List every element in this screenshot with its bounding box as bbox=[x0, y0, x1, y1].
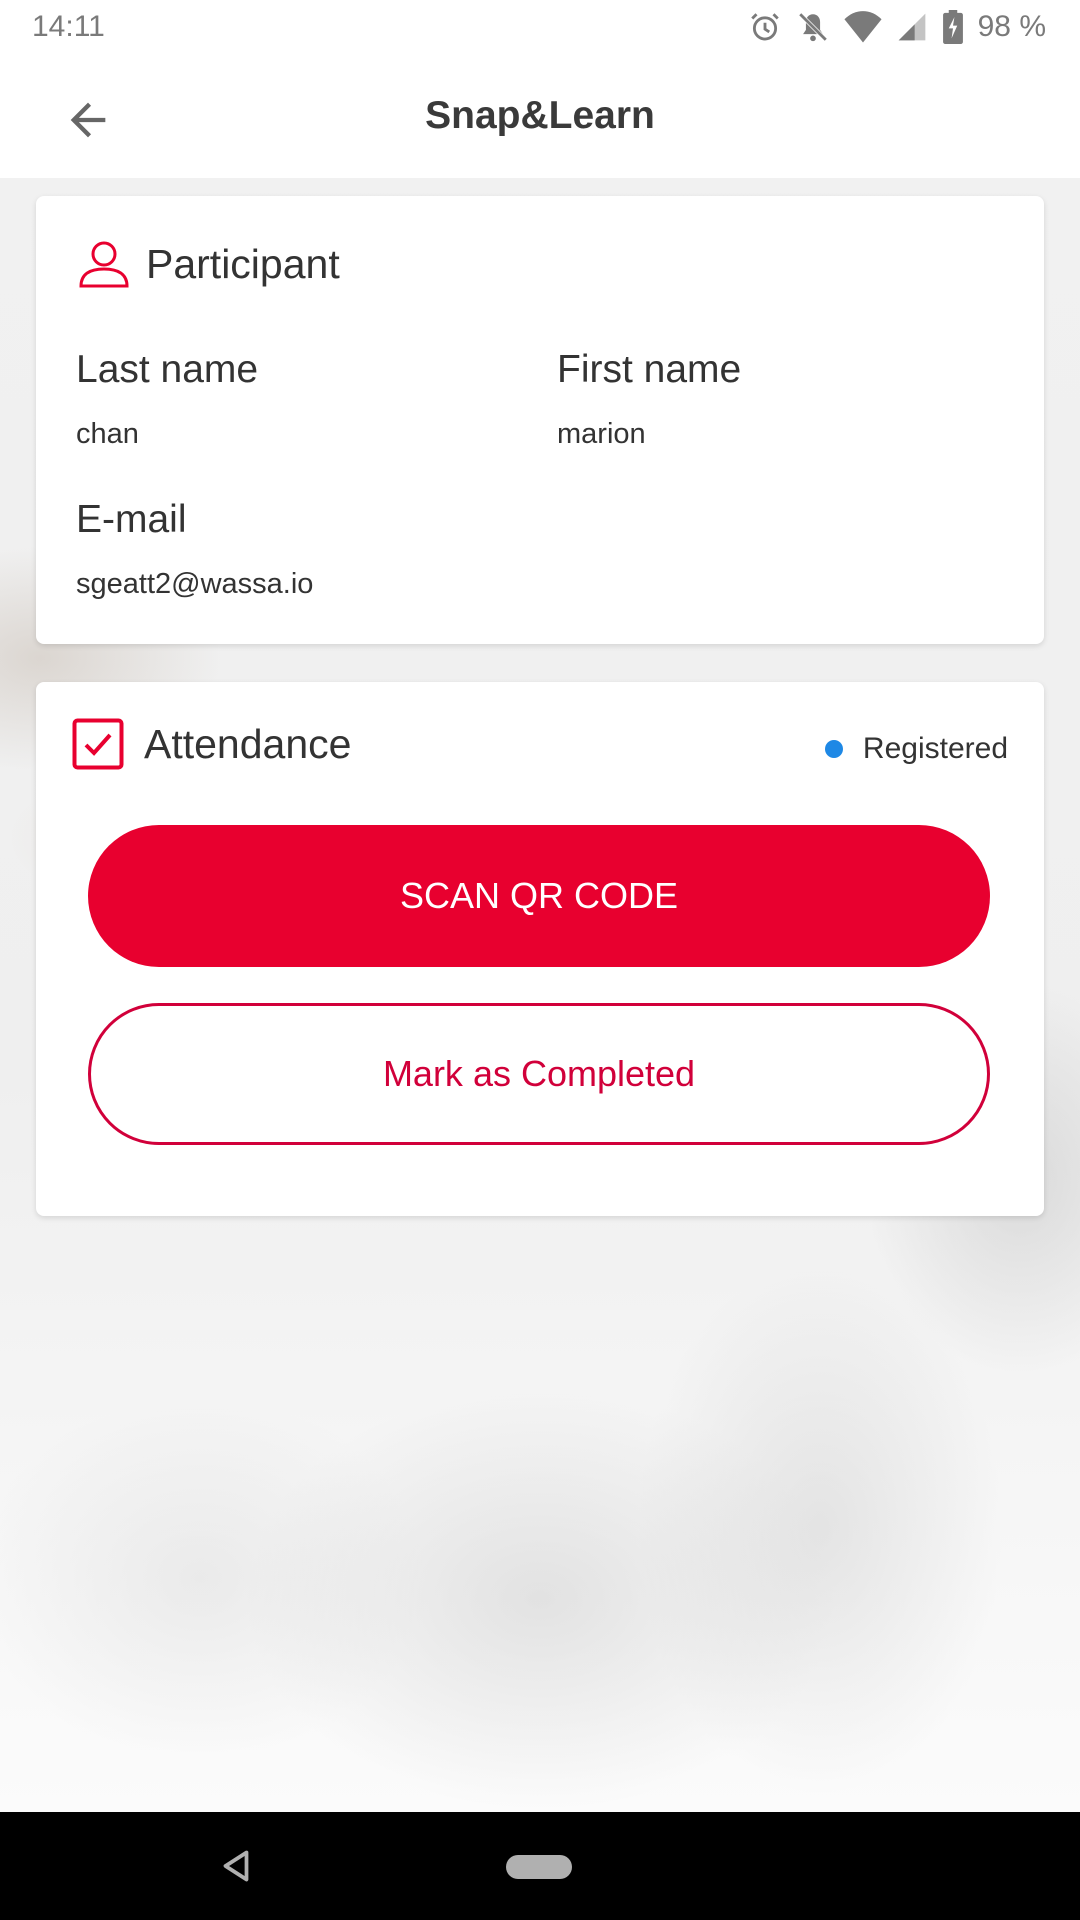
person-icon bbox=[79, 241, 129, 288]
status-badge: Registered bbox=[824, 732, 1008, 766]
cell-signal-icon bbox=[898, 13, 925, 41]
navigation-bar bbox=[0, 1812, 1080, 1920]
attendance-card: Attendance Registered SCAN QR CODE Mark … bbox=[36, 682, 1044, 1216]
status-label: Registered bbox=[862, 732, 1008, 765]
mark-as-completed-button[interactable]: Mark as Completed bbox=[88, 1003, 990, 1145]
nav-home-pill-icon[interactable] bbox=[506, 1855, 572, 1879]
first-name-label: First name bbox=[557, 348, 742, 391]
last-name-value: chan bbox=[76, 418, 139, 450]
arrow-back-icon bbox=[70, 102, 106, 138]
email-value: sgeatt2@wassa.io bbox=[76, 568, 314, 600]
status-dot bbox=[824, 740, 843, 758]
app-bar: Snap&Learn bbox=[0, 54, 1080, 178]
scan-qr-code-button[interactable]: SCAN QR CODE bbox=[88, 825, 990, 967]
status-icons: 98 % bbox=[748, 10, 1046, 44]
page-title: Snap&Learn bbox=[425, 94, 655, 137]
notifications-off-icon bbox=[798, 12, 827, 42]
first-name-value: marion bbox=[557, 418, 646, 450]
status-time: 14:11 bbox=[32, 10, 105, 43]
checkbox-checked-icon bbox=[72, 718, 124, 770]
alarm-icon bbox=[750, 13, 779, 41]
wifi-icon bbox=[844, 11, 882, 43]
nav-back-icon[interactable] bbox=[218, 1848, 254, 1884]
attendance-header: Attendance bbox=[72, 718, 351, 770]
participant-card: Participant Last name chan First name ma… bbox=[36, 196, 1044, 644]
battery-charging-icon bbox=[942, 10, 963, 44]
participant-header: Participant bbox=[76, 236, 340, 292]
battery-percent: 98 % bbox=[977, 10, 1046, 43]
email-label: E-mail bbox=[76, 498, 187, 541]
back-button[interactable] bbox=[52, 84, 124, 156]
last-name-label: Last name bbox=[76, 348, 259, 391]
screen: 14:11 98 % Snap&Learn Participant Last n… bbox=[0, 0, 1080, 1920]
status-bar: 14:11 98 % bbox=[0, 0, 1080, 54]
attendance-title: Attendance bbox=[144, 720, 352, 767]
participant-title: Participant bbox=[146, 240, 340, 287]
